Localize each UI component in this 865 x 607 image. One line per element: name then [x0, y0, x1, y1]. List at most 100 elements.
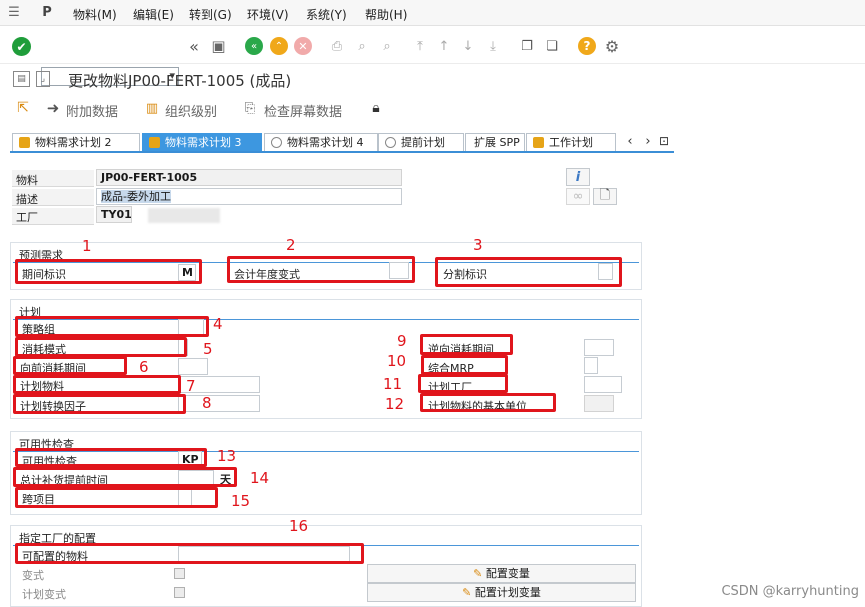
menu-bar: ☰ P 物料(M) 编辑(E) 转到(G) 环境(V) 系统(Y) 帮助(H) — [0, 0, 865, 26]
annotation-number: 5 — [203, 340, 213, 358]
last-page-icon[interactable]: ⤓ — [485, 38, 501, 54]
double-left-icon[interactable]: « — [186, 37, 202, 56]
annotation-number: 1 — [82, 237, 92, 255]
org-levels-icon[interactable]: ▥ — [143, 99, 161, 117]
first-page-icon[interactable]: ⤒ — [412, 38, 428, 54]
planning-base-unit-field — [584, 395, 614, 412]
menu-system[interactable]: 系统(Y) — [306, 6, 347, 23]
button-label: 配置计划变量 — [474, 586, 541, 599]
shortcut-icon[interactable]: ❏ — [543, 38, 561, 54]
check-icon[interactable]: ✔ — [12, 37, 31, 56]
blurred-plant-name — [148, 208, 220, 223]
menu-help[interactable]: 帮助(H) — [365, 6, 407, 23]
radio-icon — [271, 137, 282, 148]
annotation-box-7 — [13, 375, 181, 394]
planning-conv-factor-field[interactable] — [178, 395, 260, 412]
annotation-box-3 — [435, 257, 622, 287]
save-icon[interactable]: ▣ — [210, 37, 227, 55]
tab-strip: 物料需求计划 2 物料需求计划 3 物料需求计划 4 提前计划 扩展 SPP 工… — [10, 133, 674, 153]
menu-material[interactable]: 物料(M) — [73, 6, 117, 23]
menu-goto[interactable]: 转到(G) — [189, 6, 232, 23]
back-icon[interactable]: « — [245, 37, 263, 55]
annotation-box-6 — [13, 356, 127, 375]
plant-label: 工厂 — [16, 211, 38, 224]
plant-field: TY01 — [96, 206, 132, 223]
check-screen-icon[interactable]: ⎘ — [241, 99, 259, 117]
description-label: 描述 — [16, 193, 38, 206]
annotation-box-10 — [421, 355, 508, 375]
annotation-number: 15 — [231, 492, 251, 510]
annotation-box-8 — [13, 394, 186, 414]
tab-ext-spp[interactable]: 扩展 SPP — [465, 133, 525, 151]
exit-icon[interactable]: ⌃ — [270, 37, 288, 55]
tab-mrp4[interactable]: 物料需求计划 4 — [264, 133, 378, 151]
hierarchy-icon[interactable]: ⇱ — [14, 99, 32, 117]
menu-icon[interactable]: ☰ — [6, 5, 22, 20]
annotation-number: 12 — [385, 395, 405, 413]
annotation-number: 13 — [217, 447, 237, 465]
planning-plant-field[interactable] — [584, 376, 622, 393]
annotation-box-12 — [420, 393, 556, 412]
annotation-number: 7 — [186, 377, 196, 395]
annotation-box-11 — [418, 374, 508, 393]
fwd-consumption-field[interactable] — [178, 358, 208, 375]
tab-mrp2[interactable]: 物料需求计划 2 — [12, 133, 140, 151]
new-window-icon[interactable]: ❐ — [518, 38, 536, 54]
annotation-number: 8 — [202, 394, 212, 412]
variant-label: 变式 — [22, 569, 44, 582]
annotation-box-16 — [15, 543, 364, 564]
display-change-icon[interactable]: ▤ — [13, 71, 30, 87]
annotation-box-2 — [227, 256, 415, 283]
cancel-icon[interactable]: ✕ — [294, 37, 312, 55]
tab-scroll-right-icon[interactable]: › — [643, 133, 653, 149]
standard-toolbar: ✔ ▾ « ▣ « ⌃ ✕ ⎙ ⌕ ⌕ ⤒ ↑ ↓ ⤓ ❐ ❏ ? ⚙ — [0, 30, 865, 86]
menu-edit[interactable]: 编辑(E) — [133, 6, 174, 23]
annotation-box-1 — [15, 259, 202, 284]
tab-mrp3[interactable]: 物料需求计划 3 — [142, 133, 262, 151]
radio-icon — [385, 137, 396, 148]
tab-forecasting[interactable]: 提前计划 — [378, 133, 464, 151]
info-icon[interactable]: i — [566, 168, 590, 186]
next-page-icon[interactable]: ↓ — [460, 38, 476, 54]
arrow-right-icon[interactable]: ➜ — [44, 99, 62, 117]
tab-icon — [19, 137, 30, 148]
document-icon[interactable]: ⌟ — [36, 71, 50, 87]
find-next-icon[interactable]: ⌕ — [378, 38, 396, 54]
tab-label: 物料需求计划 3 — [165, 136, 242, 149]
sap-icon[interactable]: P — [40, 5, 54, 20]
additional-data-button[interactable]: 附加数据 — [66, 101, 118, 120]
annotation-number: 2 — [286, 236, 296, 254]
description-field[interactable]: 成品-委外加工 — [96, 188, 402, 205]
annotation-number: 9 — [397, 332, 407, 350]
tab-icon — [533, 137, 544, 148]
bwd-consumption-field[interactable] — [584, 339, 614, 356]
description-value: 成品-委外加工 — [101, 190, 171, 203]
lock-icon[interactable]: 🔒︎ — [368, 99, 384, 117]
menu-environment[interactable]: 环境(V) — [247, 6, 289, 23]
tab-list-icon[interactable]: ⊡ — [656, 133, 672, 149]
prev-page-icon[interactable]: ↑ — [436, 38, 452, 54]
planning-variant-checkbox[interactable] — [174, 587, 185, 598]
tab-scroll-left-icon[interactable]: ‹ — [625, 133, 635, 149]
annotation-number: 3 — [473, 236, 483, 254]
mixed-mrp-field[interactable] — [584, 357, 598, 374]
annotation-number: 14 — [250, 469, 270, 487]
tab-icon — [149, 137, 160, 148]
glasses-icon[interactable]: ∞ — [566, 188, 590, 205]
settings-icon[interactable]: ⚙ — [603, 37, 621, 56]
tab-work-scheduling[interactable]: 工作计划 — [526, 133, 616, 151]
material-field: JP00-FERT-1005 — [96, 169, 402, 186]
annotation-box-15 — [15, 487, 218, 508]
page-title: 更改物料JP00-FERT-1005 (成品) — [68, 72, 292, 90]
note-icon[interactable]: 🗋︎ — [593, 188, 617, 205]
find-icon[interactable]: ⌕ — [353, 38, 371, 54]
annotation-box-14 — [13, 467, 237, 487]
configure-variant-button[interactable]: ✎ 配置变量 — [367, 564, 636, 583]
variant-checkbox[interactable] — [174, 568, 185, 579]
org-levels-button[interactable]: 组织级别 — [165, 101, 217, 120]
print-icon[interactable]: ⎙ — [328, 38, 346, 54]
configure-plan-variant-button[interactable]: ✎ 配置计划变量 — [367, 583, 636, 602]
help-icon[interactable]: ? — [578, 37, 596, 55]
check-screen-data-button[interactable]: 检查屏幕数据 — [264, 101, 342, 120]
annotation-box-5 — [15, 337, 187, 357]
